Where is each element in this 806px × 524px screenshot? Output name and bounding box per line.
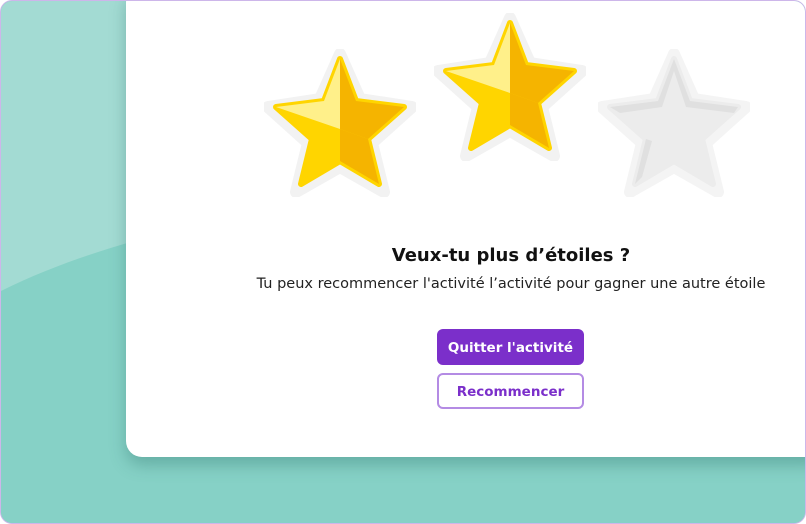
restart-button[interactable]: Recommencer — [437, 373, 584, 409]
app-frame: Veux-tu plus d’étoiles ? Tu peux recomme… — [0, 0, 806, 524]
star-filled-icon — [264, 49, 416, 197]
dialog-title: Veux-tu plus d’étoiles ? — [391, 245, 631, 266]
dialog-title-wrapper: Veux-tu plus d’étoiles ? — [126, 245, 805, 266]
dialog-message: Tu peux recommencer l'activité l’activit… — [256, 276, 766, 292]
star-rating — [1, 1, 805, 221]
star-empty-icon — [598, 49, 750, 197]
quit-activity-button[interactable]: Quitter l'activité — [437, 329, 584, 365]
star-filled-icon — [434, 13, 586, 161]
